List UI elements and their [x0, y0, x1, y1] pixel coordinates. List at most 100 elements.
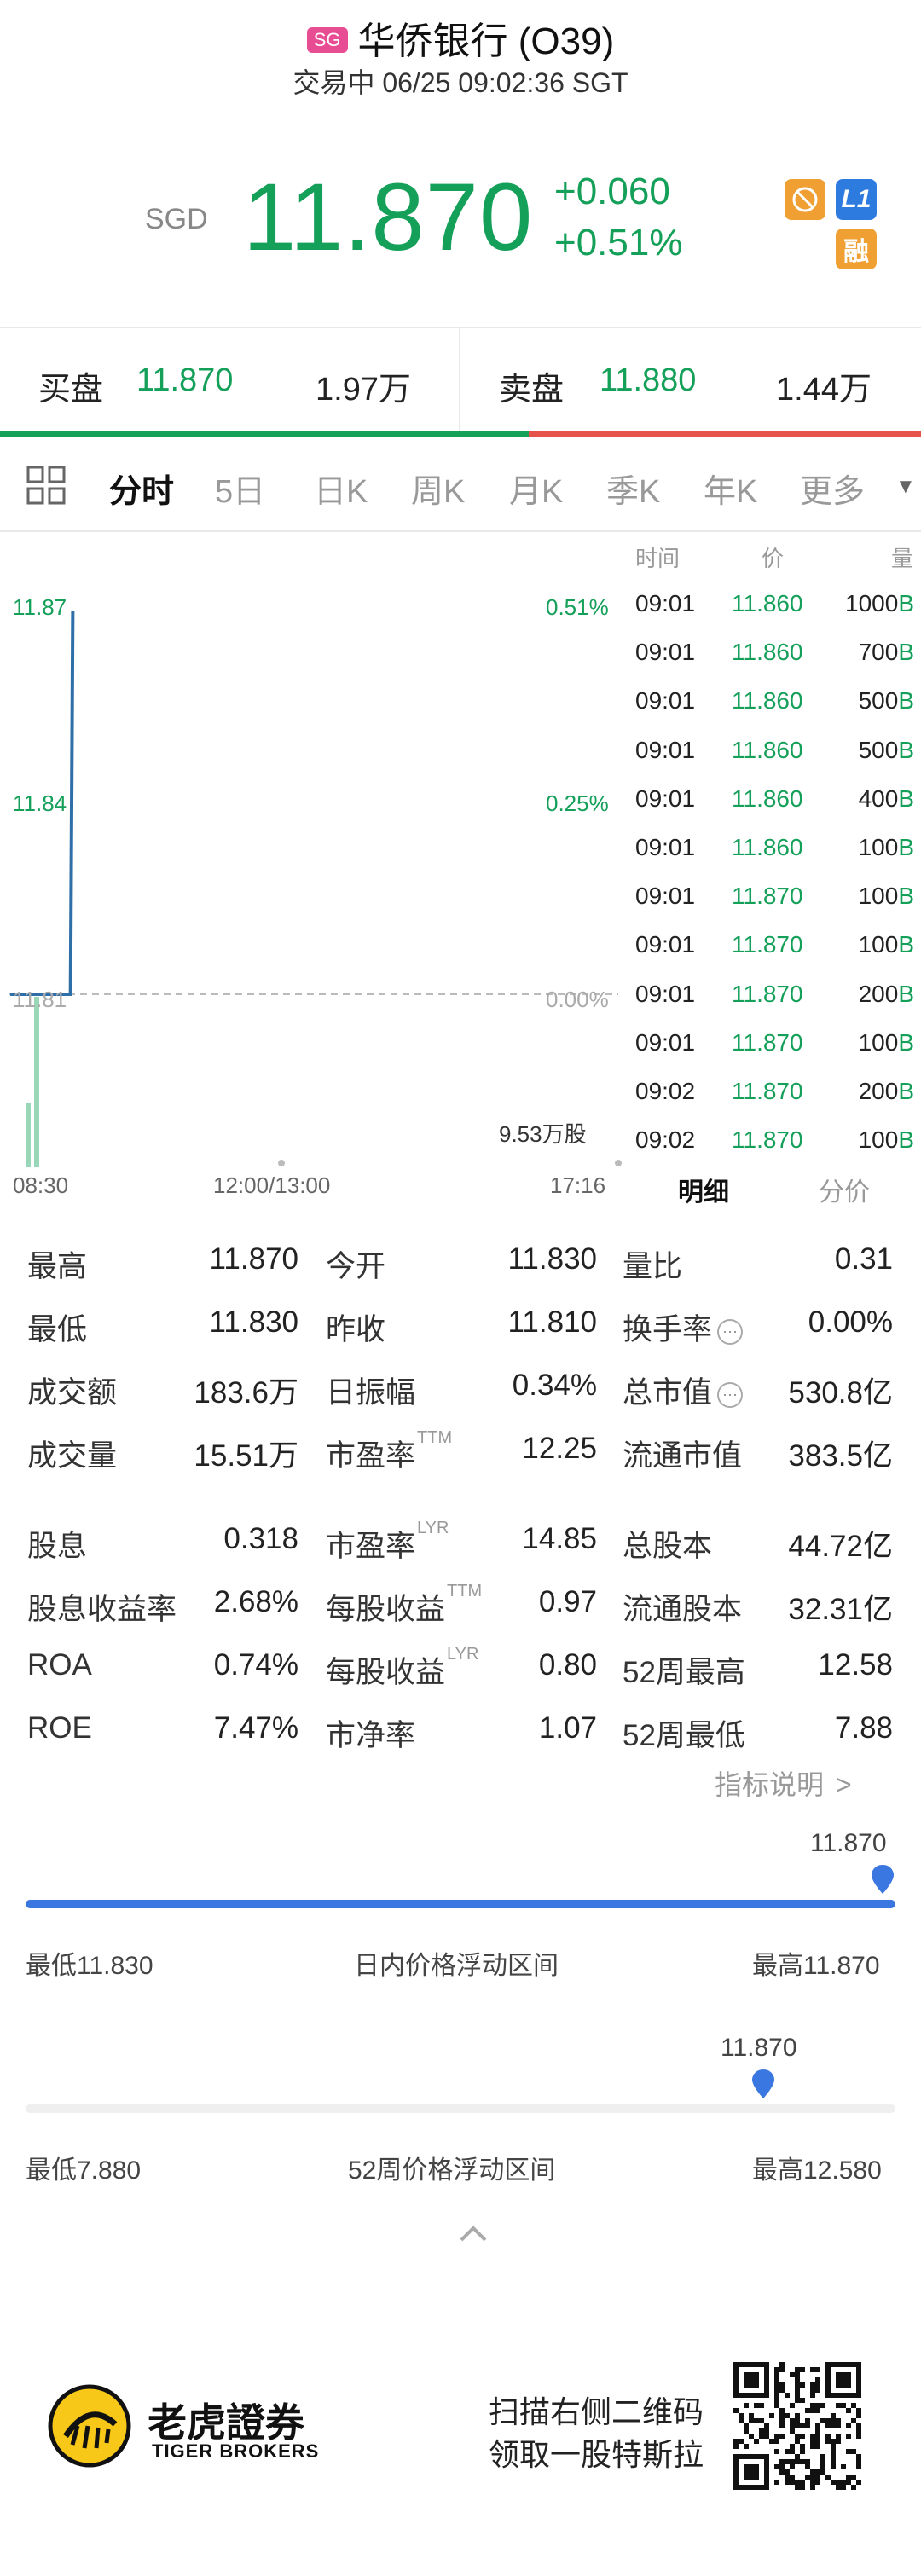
tab-weekly-k[interactable]: 周K — [411, 465, 465, 512]
week52-range-track — [26, 2104, 895, 2113]
margin-badge[interactable]: 融 — [836, 229, 877, 269]
time-marker-dot — [278, 1160, 285, 1166]
day-range-title: 日内价格浮动区间 — [354, 1952, 559, 1980]
trade-volume: 700B — [858, 639, 914, 666]
intraday-chart[interactable] — [0, 532, 627, 1176]
trade-price: 11.870 — [732, 980, 803, 1007]
trades-header-time: 时间 — [635, 546, 681, 571]
tab-daily-k[interactable]: 日K — [314, 465, 368, 512]
trade-price: 11.860 — [732, 687, 803, 715]
trade-time: 09:01 — [635, 639, 696, 666]
tab-5day[interactable]: 5日 — [215, 465, 265, 512]
trade-price: 11.870 — [732, 931, 803, 958]
tab-quarterly-k[interactable]: 季K — [606, 465, 660, 512]
trade-volume: 200B — [858, 1078, 914, 1104]
stock-name: 华侨银行 (O39) — [357, 20, 615, 62]
tab-monthly-k[interactable]: 月K — [509, 465, 563, 512]
trade-volume: 400B — [858, 784, 914, 812]
promo-line-2: 领取一股特斯拉 — [489, 2437, 704, 2472]
trade-time: 09:01 — [635, 980, 696, 1007]
pct-tick-label: 0.00% — [546, 987, 609, 1012]
trade-time: 09:01 — [635, 834, 696, 860]
promo-line-1: 扫描右侧二维码 — [489, 2394, 704, 2429]
stat-value: 0.00% — [808, 1305, 893, 1339]
stat-value: 11.830 — [209, 1305, 298, 1339]
stat-value: 183.6万 — [194, 1376, 298, 1410]
tab-price-distribution[interactable]: 分价 — [819, 1171, 870, 1208]
trade-time: 09:01 — [635, 784, 696, 812]
y-tick-label: 11.84 — [13, 790, 67, 816]
trading-status: 交易中 06/25 09:02:36 SGT — [293, 67, 628, 98]
level1-badge[interactable]: L1 — [836, 179, 877, 220]
trade-price: 11.860 — [732, 834, 803, 860]
trade-time: 09:02 — [635, 1078, 696, 1104]
last-price: 11.870 — [243, 164, 534, 270]
info-icon[interactable]: ··· — [717, 1381, 744, 1408]
stat-value: 0.34% — [512, 1369, 597, 1402]
stat-label: 流通股本 — [623, 1593, 743, 1626]
x-tick-label: 17:16 — [550, 1172, 606, 1198]
stat-label: 成交量 — [27, 1439, 118, 1473]
stat-value: 0.318 — [223, 1522, 298, 1555]
ask-price: 11.880 — [600, 362, 697, 398]
week52-range-title: 52周价格浮动区间 — [348, 2156, 556, 2185]
pct-tick-label: 0.25% — [546, 790, 609, 816]
stat-label: 最高 — [27, 1250, 88, 1283]
tab-yearly-k[interactable]: 年K — [704, 465, 757, 512]
tiger-logo-icon — [47, 2383, 132, 2473]
stat-label-pe-ttm: 市盈率TTM — [326, 1428, 453, 1473]
volume-bar — [34, 997, 39, 1167]
trade-volume: 100B — [858, 883, 914, 910]
info-icon[interactable]: ··· — [717, 1318, 744, 1345]
pct-tick-label: 0.51% — [546, 594, 609, 620]
trade-volume: 200B — [858, 980, 914, 1007]
location-pin-icon — [872, 1865, 894, 1894]
stat-label: 总股本 — [623, 1530, 713, 1563]
brand-name-en: TIGER BROKERS — [152, 2440, 320, 2462]
qr-code[interactable] — [733, 2362, 861, 2490]
page-title: SG 华侨银行 (O39) — [0, 10, 921, 65]
stat-value: 32.31亿 — [788, 1593, 893, 1626]
y-tick-label: 11.81 — [13, 987, 67, 1012]
stat-label: 昨收 — [326, 1313, 386, 1346]
trade-time: 09:01 — [635, 590, 696, 617]
trade-price: 11.860 — [732, 590, 803, 617]
tab-trade-detail[interactable]: 明细 — [678, 1171, 729, 1208]
day-range-track — [26, 1900, 895, 1908]
day-range-low: 最低11.830 — [26, 1952, 154, 1980]
week52-range-low: 最低7.880 — [26, 2156, 142, 2185]
stat-label: 今开 — [326, 1250, 386, 1283]
trade-price: 11.870 — [732, 1028, 803, 1056]
stat-value: 12.25 — [522, 1432, 597, 1465]
stat-value: 14.85 — [522, 1522, 597, 1555]
tab-intraday[interactable]: 分时 — [109, 465, 174, 512]
no-short-icon[interactable] — [785, 179, 825, 220]
stat-value: 0.97 — [538, 1585, 597, 1618]
indicator-explanation-link[interactable]: 指标说明 > — [715, 1763, 852, 1803]
divider — [0, 327, 921, 328]
trade-time: 09:01 — [635, 736, 696, 763]
day-range-fill — [26, 1900, 895, 1908]
stat-value: 7.88 — [834, 1711, 893, 1745]
trade-volume: 100B — [858, 1126, 914, 1154]
bid-volume: 1.97万 — [316, 372, 411, 408]
trade-time: 09:01 — [635, 883, 696, 910]
trade-volume: 500B — [858, 687, 914, 715]
bid-strength-bar — [0, 431, 529, 437]
trades-header-price: 价 — [762, 546, 785, 571]
currency-label: SGD — [145, 203, 208, 235]
chevron-up-icon[interactable] — [456, 2221, 490, 2251]
stat-label: 流通市值 — [623, 1439, 743, 1473]
stat-value: 11.830 — [507, 1242, 597, 1276]
stat-value: 11.870 — [209, 1242, 298, 1276]
trade-price: 11.870 — [732, 1126, 803, 1154]
stat-value: 15.51万 — [194, 1439, 298, 1473]
y-tick-label: 11.87 — [13, 594, 67, 620]
tab-more[interactable]: 更多 — [800, 465, 865, 512]
stat-value: 0.74% — [213, 1648, 298, 1682]
x-tick-label: 08:30 — [13, 1172, 69, 1198]
chevron-down-icon[interactable]: ▼ — [895, 475, 916, 499]
grid-menu-icon[interactable] — [26, 465, 67, 510]
divider — [459, 328, 460, 431]
trade-time: 09:01 — [635, 687, 696, 715]
